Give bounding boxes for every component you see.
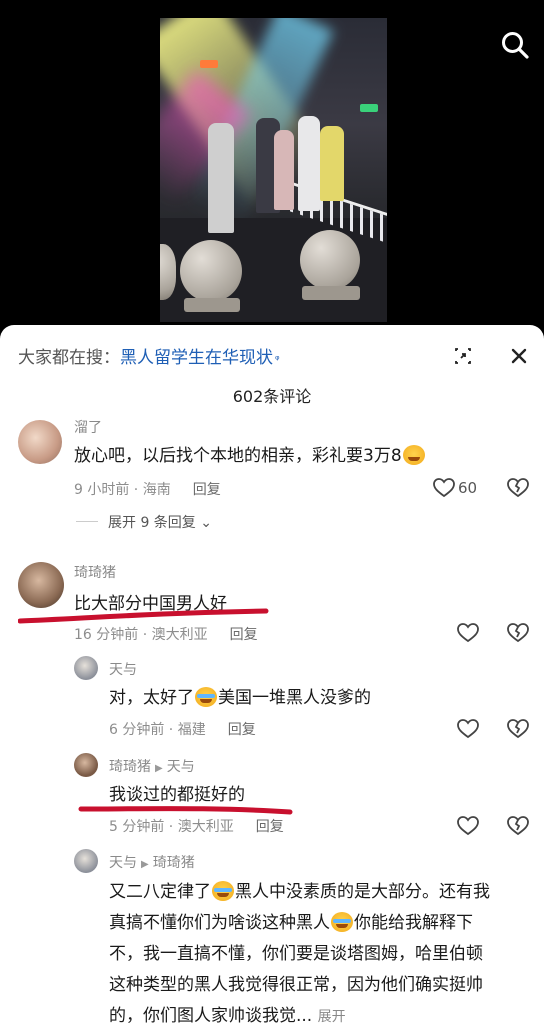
comment-sheet: 大家都在搜：黑人留学生在华现状 ᵠ 602条评论 溜了 放心吧，以后找个本地的相亲…	[0, 325, 544, 1031]
comment-author[interactable]: 溜了	[74, 417, 102, 437]
dancer-figure	[208, 123, 234, 233]
reply-author[interactable]: 天与	[109, 659, 137, 679]
reply-button[interactable]: 回复	[228, 722, 256, 738]
comment-meta: 16 分钟前 · 澳大利亚 回复	[74, 624, 258, 644]
dancer-figure	[274, 130, 294, 210]
reply-time-location: 5 分钟前 · 澳大利亚	[109, 819, 234, 835]
expand-text-link[interactable]: 展开	[318, 1009, 346, 1025]
trending-search[interactable]: 大家都在搜：黑人留学生在华现状 ᵠ	[18, 343, 280, 368]
search-icon[interactable]	[500, 30, 530, 60]
stone-ball	[300, 230, 360, 290]
expand-icon[interactable]	[452, 345, 474, 367]
reply-button[interactable]: 回复	[256, 819, 284, 835]
close-icon[interactable]	[506, 343, 532, 369]
stone-base	[184, 298, 240, 312]
reply-time-location: 6 分钟前 · 福建	[109, 722, 206, 738]
broken-heart-icon[interactable]	[506, 621, 530, 645]
reply-text-line: 真搞不懂你们为啥谈这种黑人 你能给我解释下	[109, 908, 473, 939]
smirk-emoji-icon	[402, 445, 425, 465]
reply-meta: 5 分钟前 · 澳大利亚 回复	[109, 816, 284, 836]
comment-text: 放心吧，以后找个本地的相亲，彩礼要3万8	[74, 441, 426, 472]
comment-author[interactable]: 琦琦猪	[74, 562, 116, 582]
heart-icon[interactable]	[456, 717, 480, 741]
reply-text-part: 你能给我解释下	[354, 913, 473, 933]
like-count: 60	[458, 479, 478, 497]
trending-search-keyword[interactable]: 黑人留学生在华现状	[120, 348, 273, 368]
reply-text-part: 对，太好了	[109, 688, 194, 708]
reply-to-name[interactable]: 天与	[167, 759, 195, 775]
reply-author: 琦琦猪 ▶ 天与	[109, 756, 195, 776]
reply-to-arrow-icon: ▶	[141, 859, 149, 870]
avatar[interactable]	[74, 753, 98, 777]
reply-button[interactable]: 回复	[193, 482, 221, 498]
chevron-down-icon: ⌄	[200, 515, 212, 531]
stone-ball	[180, 240, 242, 302]
dancer-figure	[298, 116, 320, 211]
comment-time-location: 16 分钟前 · 澳大利亚	[74, 627, 208, 643]
reply-text-part: 的，你们图人家帅谈我觉...	[109, 1006, 313, 1026]
reply-text-part: 黑人中没素质的是大部分。还有我	[235, 882, 490, 902]
divider	[76, 521, 98, 522]
reply-text-line: 不，我一直搞不懂，你们要是谈塔图姆，哈里伯顿	[109, 944, 483, 964]
broken-heart-icon[interactable]	[506, 476, 530, 500]
reply-text-line: 的，你们图人家帅谈我觉... 展开	[109, 1001, 346, 1031]
laughing-crying-emoji-icon	[331, 912, 353, 932]
reply-to-arrow-icon: ▶	[155, 763, 163, 774]
avatar[interactable]	[18, 420, 62, 464]
heart-icon[interactable]	[456, 621, 480, 645]
laughing-crying-emoji-icon	[212, 881, 234, 901]
broken-heart-icon[interactable]	[506, 814, 530, 838]
search-glyph-icon: ᵠ	[275, 353, 280, 366]
video-player[interactable]	[0, 0, 544, 325]
reply-text-part: 真搞不懂你们为啥谈这种黑人	[109, 913, 330, 933]
reply-text-line: 这种类型的黑人我觉得很正常，因为他们确实挺帅	[109, 975, 483, 995]
expand-replies-button[interactable]: 展开 9 条回复 ⌄	[108, 512, 212, 532]
broken-heart-icon[interactable]	[506, 717, 530, 741]
video-frame	[160, 18, 387, 322]
stone-base	[302, 286, 360, 300]
comment-text-part: 放心吧，以后找个本地的相亲，彩礼要3万8	[74, 446, 402, 466]
expand-replies-label: 展开 9 条回复	[108, 515, 196, 531]
avatar[interactable]	[18, 562, 64, 608]
reply-author: 天与 ▶ 琦琦猪	[109, 852, 195, 872]
trending-search-label: 大家都在搜：	[18, 348, 120, 368]
reply-meta: 6 分钟前 · 福建 回复	[109, 719, 256, 739]
heart-icon[interactable]	[432, 476, 456, 500]
reply-to-name[interactable]: 琦琦猪	[153, 855, 195, 871]
heart-icon[interactable]	[456, 814, 480, 838]
reply-text: 对，太好了 美国一堆黑人没爹的	[109, 683, 371, 714]
neon-sign	[360, 104, 378, 112]
laughing-crying-emoji-icon	[195, 687, 217, 707]
comment-meta: 9 小时前 · 海南 回复	[74, 479, 221, 499]
reply-text-line: 又二八定律了 黑人中没素质的是大部分。还有我	[109, 877, 490, 908]
reply-button[interactable]: 回复	[230, 627, 258, 643]
reply-text-part: 又二八定律了	[109, 882, 211, 902]
comment-count: 602条评论	[232, 387, 312, 406]
neon-sign	[200, 60, 218, 68]
avatar[interactable]	[74, 656, 98, 680]
reply-text-part: 美国一堆黑人没爹的	[218, 688, 371, 708]
reply-author-name[interactable]: 天与	[109, 855, 137, 871]
dancer-figure	[320, 126, 344, 201]
reply-author-name[interactable]: 琦琦猪	[109, 759, 151, 775]
avatar[interactable]	[74, 849, 98, 873]
comment-time-location: 9 小时前 · 海南	[74, 482, 171, 498]
